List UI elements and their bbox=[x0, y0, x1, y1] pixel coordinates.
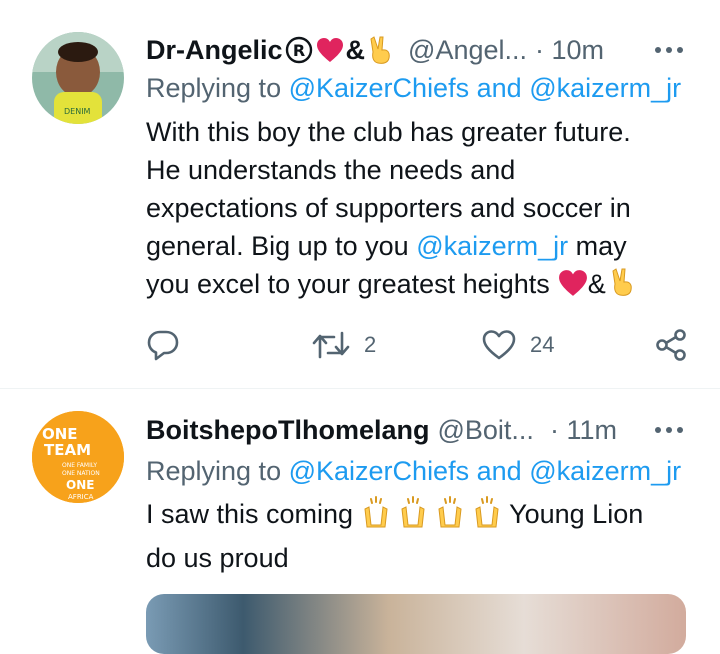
handle[interactable]: @Angel... bbox=[408, 35, 527, 66]
body-text: Young Lion bbox=[509, 499, 644, 529]
like-button[interactable]: 24 bbox=[482, 325, 554, 365]
tweet-body: I saw this coming Young Lion do us proud bbox=[146, 495, 686, 577]
replying-to: Replying to @KaizerChiefs and @kaizerm_j… bbox=[146, 73, 681, 104]
body-amp: & bbox=[587, 269, 606, 299]
body-line: He understands the needs and bbox=[146, 155, 516, 185]
timestamp[interactable]: · 10m bbox=[535, 35, 604, 66]
replying-to: Replying to @KaizerChiefs and @kaizerm_j… bbox=[146, 456, 681, 487]
svg-text:R: R bbox=[292, 41, 304, 60]
share-button[interactable] bbox=[654, 325, 688, 365]
body-line: I saw this coming Young Lion bbox=[146, 495, 686, 539]
avatar-text: ONE NATION bbox=[62, 470, 100, 477]
body-text: may bbox=[575, 231, 627, 261]
reply-button[interactable] bbox=[146, 325, 180, 365]
body-text: I saw this coming bbox=[146, 499, 354, 529]
tweet-actions: 2 24 bbox=[146, 325, 691, 365]
avatar[interactable]: ONE TEAM ONE FAMILY ONE NATION ONE AFRIC… bbox=[32, 411, 124, 503]
mention-kaizerm-jr[interactable]: @kaizerm_jr bbox=[529, 456, 681, 486]
avatar-text: ONE bbox=[66, 478, 94, 492]
body-text: general. Big up to you bbox=[146, 231, 409, 261]
like-icon bbox=[482, 329, 516, 361]
replying-prefix: Replying to bbox=[146, 456, 282, 486]
body-line: general. Big up to you @kaizerm_jr may bbox=[146, 227, 686, 265]
mention-kaizerchiefs[interactable]: @KaizerChiefs bbox=[289, 73, 469, 103]
avatar-text: ONE FAMILY bbox=[62, 462, 97, 469]
tweet-1[interactable]: DENIM Dr-Angelic R & @Angel... · 10m Rep… bbox=[0, 0, 720, 388]
reply-icon bbox=[146, 328, 180, 362]
body-line: With this boy the club has greater futur… bbox=[146, 117, 631, 147]
body-line: you excel to your greatest heights & bbox=[146, 265, 686, 307]
tweet-header: BoitshepoTlhomelang @Boit... · 11m bbox=[146, 410, 684, 450]
like-count: 24 bbox=[530, 332, 555, 357]
reply-and: and bbox=[476, 73, 522, 103]
victory-hand-emoji bbox=[610, 267, 636, 307]
retweet-icon bbox=[312, 329, 350, 361]
svg-text:DENIM: DENIM bbox=[64, 107, 91, 116]
name-amp: & bbox=[345, 34, 366, 65]
heart-emoji bbox=[558, 269, 588, 307]
tweet-2[interactable]: ONE TEAM ONE FAMILY ONE NATION ONE AFRIC… bbox=[0, 389, 720, 654]
timestamp[interactable]: · 11m bbox=[550, 415, 617, 446]
tweet-body: With this boy the club has greater futur… bbox=[146, 113, 686, 307]
registered-icon: R bbox=[285, 36, 313, 64]
tweet-media-image[interactable] bbox=[146, 594, 686, 654]
share-icon bbox=[654, 328, 688, 362]
retweet-button[interactable]: 2 bbox=[312, 325, 376, 365]
avatar[interactable]: DENIM bbox=[32, 32, 124, 124]
avatar-text: TEAM bbox=[44, 441, 91, 459]
more-icon[interactable] bbox=[644, 30, 684, 70]
mention-kaizerm-jr[interactable]: @kaizerm_jr bbox=[416, 231, 568, 261]
retweet-count: 2 bbox=[364, 332, 377, 357]
mention-kaizerchiefs[interactable]: @KaizerChiefs bbox=[289, 456, 469, 486]
handle[interactable]: @Boit... bbox=[438, 415, 534, 446]
tweet-header: Dr-Angelic R & @Angel... · 10m bbox=[146, 30, 684, 70]
body-line: do us proud bbox=[146, 543, 289, 573]
body-text: you excel to your greatest heights bbox=[146, 269, 550, 299]
reply-and: and bbox=[476, 456, 522, 486]
display-name[interactable]: Dr-Angelic bbox=[146, 35, 283, 66]
heart-emoji bbox=[316, 37, 344, 63]
display-name[interactable]: BoitshepoTlhomelang bbox=[146, 415, 430, 446]
raised-hands-emoji bbox=[361, 495, 509, 539]
more-icon[interactable] bbox=[644, 410, 684, 450]
replying-prefix: Replying to bbox=[146, 73, 282, 103]
body-line: expectations of supporters and soccer in bbox=[146, 193, 631, 223]
mention-kaizerm-jr[interactable]: @kaizerm_jr bbox=[529, 73, 681, 103]
avatar-text: AFRICA bbox=[68, 493, 94, 501]
victory-hand-emoji bbox=[368, 35, 394, 65]
